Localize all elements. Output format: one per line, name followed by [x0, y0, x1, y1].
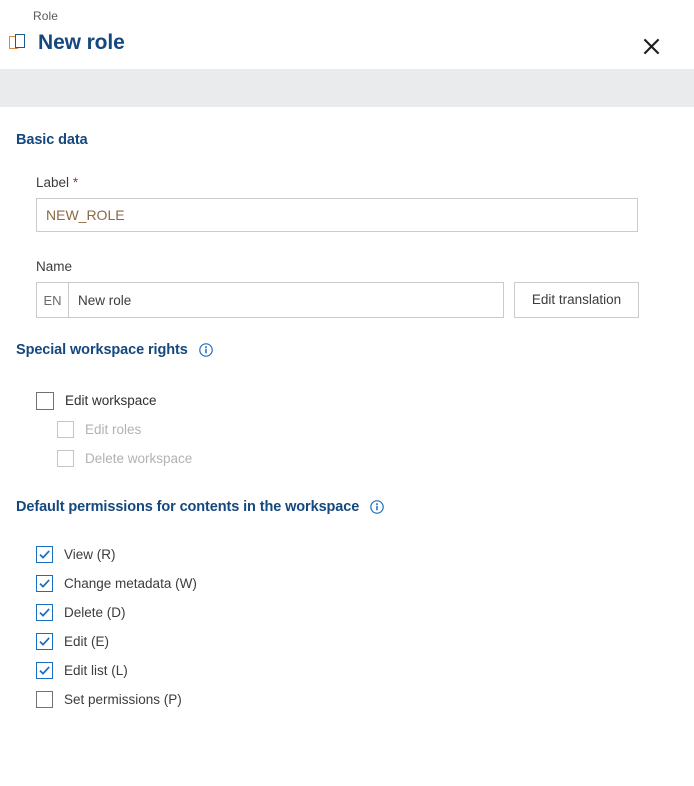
info-icon[interactable] — [370, 500, 384, 514]
dialog-header: Role New role — [0, 0, 694, 69]
title-row: New role — [9, 23, 678, 69]
checkbox-view[interactable] — [36, 546, 53, 563]
page-title: New role — [38, 31, 125, 54]
label-field-label: Label * — [36, 175, 678, 191]
checkbox-label-delete-workspace: Delete workspace — [85, 451, 193, 466]
checkbox-label-view: View (R) — [64, 547, 116, 562]
breadcrumb: Role — [33, 9, 59, 23]
section-heading-basic-data: Basic data — [16, 107, 678, 148]
checkbox-delete-workspace — [57, 450, 74, 467]
checkbox-label-delete: Delete (D) — [64, 605, 126, 620]
copy-pages-icon — [8, 32, 30, 54]
label-field-label-text: Label — [36, 175, 70, 190]
checkbox-label-edit: Edit (E) — [64, 634, 110, 649]
checkbox-edit-roles — [57, 421, 74, 438]
edit-translation-button[interactable]: Edit translation — [514, 282, 639, 318]
checkbox-row-edit-workspace[interactable]: Edit workspace — [36, 386, 678, 415]
header-divider-band — [0, 69, 694, 107]
dialog-body: Basic data Label * Name EN Edit translat… — [0, 107, 694, 714]
section-heading-special-rights: Special workspace rights — [16, 318, 678, 358]
label-input[interactable] — [36, 198, 638, 232]
checkbox-label-edit-roles: Edit roles — [85, 422, 142, 437]
name-field-row: EN Edit translation — [36, 282, 678, 318]
section-title-default-permissions: Default permissions for contents in the … — [16, 499, 360, 515]
special-rights-checkbox-group: Edit workspace Edit roles Delete workspa… — [16, 386, 678, 473]
checkbox-label-change-metadata: Change metadata (W) — [64, 576, 197, 591]
checkbox-row-view[interactable]: View (R) — [36, 540, 678, 569]
name-input[interactable] — [69, 283, 503, 317]
section-title-special-rights: Special workspace rights — [16, 342, 188, 358]
checkbox-delete[interactable] — [36, 604, 53, 621]
close-button[interactable] — [636, 31, 666, 61]
checkbox-label-edit-list: Edit list (L) — [64, 663, 128, 678]
checkbox-label-set-permissions: Set permissions (P) — [64, 692, 182, 707]
checkbox-row-edit[interactable]: Edit (E) — [36, 627, 678, 656]
checkbox-row-set-permissions[interactable]: Set permissions (P) — [36, 685, 678, 714]
section-title-basic-data: Basic data — [16, 132, 88, 148]
name-input-group: EN — [36, 282, 504, 318]
name-field-label: Name — [36, 259, 73, 274]
language-tag: EN — [37, 283, 69, 317]
checkbox-row-change-metadata[interactable]: Change metadata (W) — [36, 569, 678, 598]
checkbox-edit-list[interactable] — [36, 662, 53, 679]
checkbox-edit[interactable] — [36, 633, 53, 650]
basic-data-fields: Label * Name EN Edit translation — [16, 175, 678, 318]
checkbox-edit-workspace[interactable] — [36, 391, 54, 410]
close-icon — [642, 37, 661, 56]
checkbox-row-edit-list[interactable]: Edit list (L) — [36, 656, 678, 685]
checkbox-row-delete-workspace: Delete workspace — [36, 444, 678, 473]
checkbox-label-edit-workspace: Edit workspace — [65, 393, 157, 408]
info-icon[interactable] — [198, 343, 213, 357]
section-heading-default-permissions: Default permissions for contents in the … — [16, 473, 678, 515]
checkbox-change-metadata[interactable] — [36, 575, 53, 592]
checkbox-set-permissions[interactable] — [36, 691, 53, 708]
required-marker: * — [72, 175, 79, 190]
checkbox-row-edit-roles: Edit roles — [36, 415, 678, 444]
checkbox-row-delete[interactable]: Delete (D) — [36, 598, 678, 627]
default-permissions-checkbox-group: View (R) Change metadata (W) Delete (D) … — [16, 540, 678, 714]
